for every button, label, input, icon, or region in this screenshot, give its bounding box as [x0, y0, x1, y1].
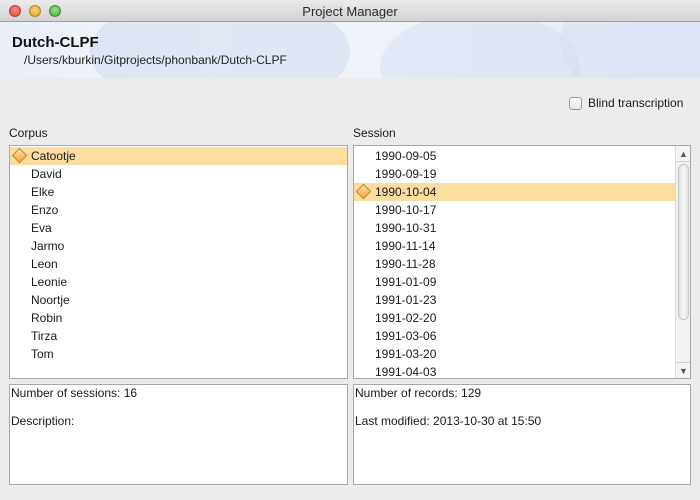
- session-item-label: 1990-10-17: [375, 203, 437, 217]
- corpus-item-label: Jarmo: [31, 239, 65, 253]
- corpus-item-label: David: [31, 167, 62, 181]
- number-of-sessions: Number of sessions: 16: [11, 386, 138, 400]
- corpus-item[interactable]: Leon: [10, 255, 347, 273]
- session-item-label: 1990-09-05: [375, 149, 437, 163]
- corpus-item[interactable]: David: [10, 165, 347, 183]
- corpus-item[interactable]: Leonie: [10, 273, 347, 291]
- project-header: Dutch-CLPF /Users/kburkin/Gitprojects/ph…: [0, 22, 700, 78]
- session-item-label: 1990-10-04: [375, 185, 437, 199]
- corpus-item-label: Robin: [31, 311, 63, 325]
- header-decoration: [380, 22, 580, 78]
- session-rows: 1990-09-05 1990-09-19 1990-10-04 1990-10-17…: [354, 146, 675, 379]
- corpus-item[interactable]: Tirza: [10, 327, 347, 345]
- blind-transcription-label[interactable]: Blind transcription: [588, 96, 683, 110]
- session-item[interactable]: 1991-03-20: [354, 345, 675, 363]
- corpus-item-label: Elke: [31, 185, 55, 199]
- corpus-item[interactable]: Eva: [10, 219, 347, 237]
- session-item[interactable]: 1990-11-28: [354, 255, 675, 273]
- session-item[interactable]: 1991-03-06: [354, 327, 675, 345]
- project-title: Dutch-CLPF: [12, 34, 99, 51]
- session-item[interactable]: 1990-10-04: [354, 183, 675, 201]
- session-item-label: 1991-02-20: [375, 311, 437, 325]
- session-item-label: 1990-11-14: [375, 239, 436, 253]
- corpus-item-label: Noortje: [31, 293, 70, 307]
- project-path: /Users/kburkin/Gitprojects/phonbank/Dutc…: [24, 53, 287, 67]
- session-item[interactable]: 1990-09-05: [354, 147, 675, 165]
- selection-diamond-icon: [11, 147, 28, 164]
- session-item[interactable]: 1991-01-23: [354, 291, 675, 309]
- session-item-label: 1990-10-31: [375, 221, 437, 235]
- corpus-item-label: Leon: [31, 257, 58, 271]
- corpus-item[interactable]: Elke: [10, 183, 347, 201]
- session-item[interactable]: 1990-09-19: [354, 165, 675, 183]
- blind-transcription-option[interactable]: Blind transcription: [569, 96, 683, 110]
- corpus-description: Description:: [11, 414, 75, 428]
- corpus-item[interactable]: Robin: [10, 309, 347, 327]
- session-item[interactable]: 1991-02-20: [354, 309, 675, 327]
- corpus-label: Corpus: [9, 126, 48, 140]
- selection-diamond-icon: [355, 183, 372, 200]
- blind-transcription-checkbox[interactable]: [569, 96, 582, 110]
- corpus-item-label: Tom: [31, 347, 54, 361]
- scroll-thumb[interactable]: [678, 164, 689, 320]
- corpus-item-label: Catootje: [31, 149, 76, 163]
- session-item-label: 1991-01-23: [375, 293, 437, 307]
- project-manager-window: Project Manager Dutch-CLPF /Users/kburki…: [0, 0, 700, 500]
- header-decoration: [90, 22, 350, 78]
- title-bar[interactable]: Project Manager: [0, 0, 700, 22]
- corpus-item[interactable]: Catootje: [10, 147, 347, 165]
- corpus-rows: Catootje David Elke Enzo Eva Jarmo Leon Leonie N…: [10, 146, 347, 363]
- corpus-item[interactable]: Jarmo: [10, 237, 347, 255]
- scroll-up-arrow-icon[interactable]: ▲: [676, 146, 690, 162]
- corpus-item-label: Tirza: [31, 329, 58, 343]
- window-title: Project Manager: [302, 4, 398, 19]
- session-item[interactable]: 1991-04-03: [354, 363, 675, 379]
- corpus-item-label: Eva: [31, 221, 52, 235]
- corpus-item-label: Leonie: [31, 275, 68, 289]
- session-item-label: 1991-04-03: [375, 365, 437, 379]
- session-item-label: 1991-03-20: [375, 347, 437, 361]
- session-item-label: 1990-11-28: [375, 257, 436, 271]
- session-item-label: 1990-09-19: [375, 167, 437, 181]
- session-item[interactable]: 1990-10-17: [354, 201, 675, 219]
- corpus-list[interactable]: Catootje David Elke Enzo Eva Jarmo Leon Leonie N…: [9, 145, 348, 379]
- last-modified: Last modified: 2013-10-30 at 15:50: [355, 414, 542, 428]
- session-item[interactable]: 1990-10-31: [354, 219, 675, 237]
- session-info-panel: Number of records: 129 Last modified: 20…: [353, 384, 691, 485]
- scroll-down-arrow-icon[interactable]: ▼: [676, 362, 690, 378]
- corpus-item[interactable]: Enzo: [10, 201, 347, 219]
- corpus-item-label: Enzo: [31, 203, 59, 217]
- session-scrollbar[interactable]: ▲ ▼: [675, 146, 690, 378]
- session-item-label: 1991-03-06: [375, 329, 437, 343]
- session-list[interactable]: 1990-09-05 1990-09-19 1990-10-04 1990-10-17…: [353, 145, 691, 379]
- corpus-item[interactable]: Noortje: [10, 291, 347, 309]
- session-item[interactable]: 1991-01-09: [354, 273, 675, 291]
- scroll-track[interactable]: [678, 164, 689, 360]
- corpus-info-panel: Number of sessions: 16 Description:: [9, 384, 348, 485]
- corpus-item[interactable]: Tom: [10, 345, 347, 363]
- header-decoration: [560, 22, 700, 78]
- session-label: Session: [353, 126, 396, 140]
- session-item[interactable]: 1990-11-14: [354, 237, 675, 255]
- number-of-records: Number of records: 129: [355, 386, 482, 400]
- session-item-label: 1991-01-09: [375, 275, 437, 289]
